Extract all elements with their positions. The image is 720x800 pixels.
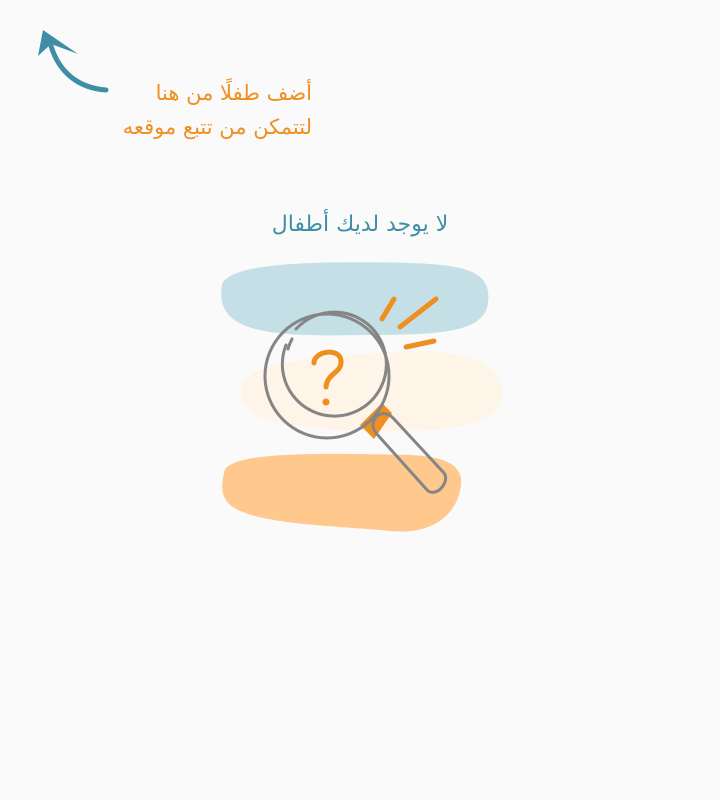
magnifier-question-icon xyxy=(221,262,503,532)
children-empty-screen: أضف طفلًا من هنا لتتمكن من تتبع موقعه لا… xyxy=(0,0,720,800)
hint-line-2: لتتمكن من تتبع موقعه xyxy=(122,115,312,139)
add-child-hint: أضف طفلًا من هنا لتتمكن من تتبع موقعه xyxy=(60,76,312,144)
empty-state-title: لا يوجد لديك أطفال xyxy=(271,212,449,237)
magnifier-inner-arc-short xyxy=(286,337,294,351)
question-dot xyxy=(322,398,330,406)
hint-line-1: أضف طفلًا من هنا xyxy=(155,81,312,105)
orange-blob xyxy=(222,453,462,532)
blue-blob xyxy=(221,262,489,336)
